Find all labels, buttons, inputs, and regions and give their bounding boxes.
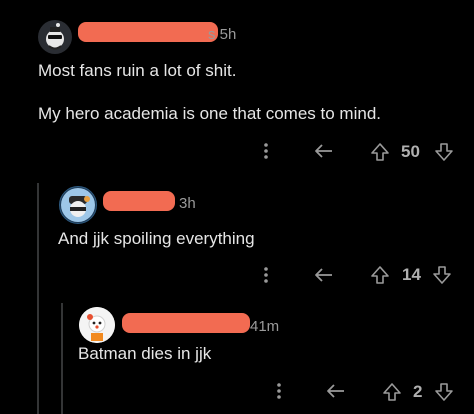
upvote-icon — [371, 266, 389, 284]
redacted-username — [103, 191, 175, 211]
more-options-button[interactable] — [271, 380, 287, 402]
comment-body-line: Batman dies in jjk — [78, 344, 212, 363]
comment-body-line: Most fans ruin a lot of shit. — [38, 61, 237, 80]
downvote-button[interactable] — [432, 380, 456, 404]
comment-time: 41m — [250, 318, 280, 335]
comment-body-line: And jjk spoiling everything — [58, 229, 255, 248]
more-options-button[interactable] — [258, 264, 274, 286]
downvote-icon — [433, 266, 451, 284]
thread-line[interactable] — [37, 183, 39, 414]
reply-button[interactable] — [312, 140, 336, 162]
more-vertical-icon — [264, 267, 268, 283]
upvote-icon — [383, 383, 401, 401]
avatar[interactable] — [59, 186, 97, 224]
reply-button[interactable] — [324, 380, 348, 402]
more-vertical-icon — [264, 143, 268, 159]
upvote-button[interactable] — [368, 263, 392, 287]
more-options-button[interactable] — [258, 140, 274, 162]
avatar[interactable] — [79, 307, 115, 343]
upvote-icon — [371, 143, 389, 161]
thread-line[interactable] — [61, 303, 63, 414]
comment-time: 3h — [179, 195, 196, 212]
comment-time: s 5h — [208, 26, 237, 43]
reply-icon — [327, 384, 344, 398]
redacted-username — [78, 22, 218, 42]
downvote-button[interactable] — [432, 140, 456, 164]
downvote-icon — [435, 383, 453, 401]
comment-body-line: My hero academia is one that comes to mi… — [38, 104, 381, 123]
vote-score: 14 — [402, 265, 421, 284]
downvote-button[interactable] — [430, 263, 454, 287]
downvote-icon — [435, 143, 453, 161]
upvote-button[interactable] — [380, 380, 404, 404]
vote-score: 2 — [413, 382, 423, 401]
avatar[interactable] — [38, 20, 72, 54]
more-vertical-icon — [277, 383, 281, 399]
reply-icon — [315, 144, 332, 158]
upvote-button[interactable] — [368, 140, 392, 164]
reply-button[interactable] — [312, 264, 336, 286]
vote-score: 50 — [401, 142, 420, 161]
reply-icon — [315, 268, 332, 282]
redacted-username — [122, 313, 250, 333]
